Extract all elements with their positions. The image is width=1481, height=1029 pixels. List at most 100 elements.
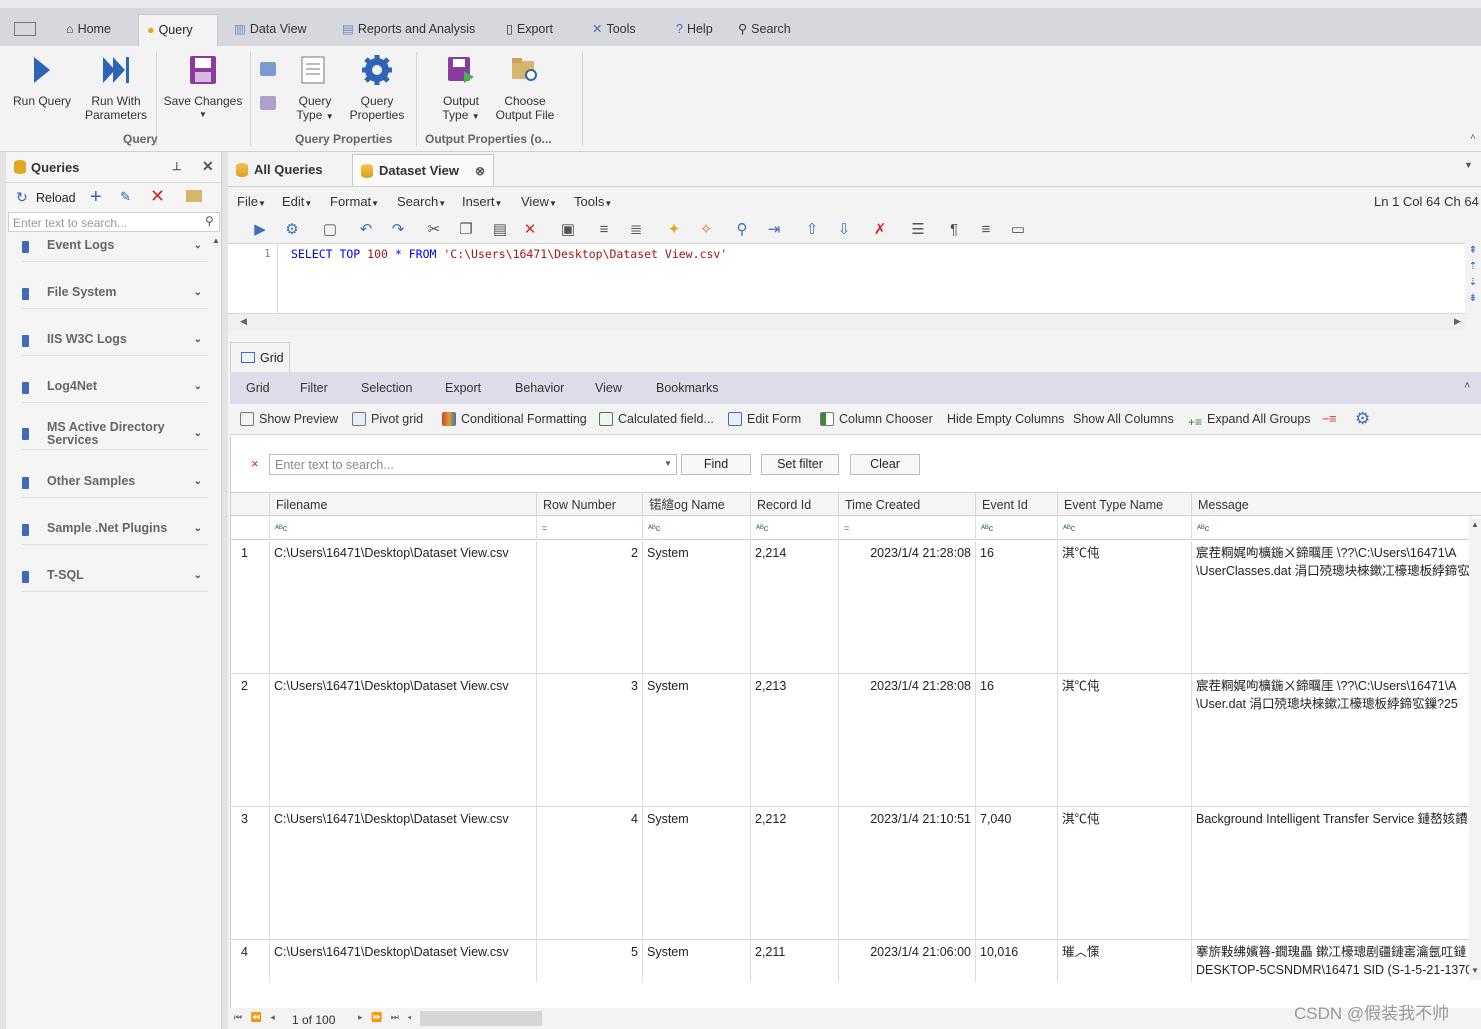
cell-row-number[interactable]: 4 — [537, 807, 643, 940]
run-with-parameters-button[interactable]: Run With Parameters — [80, 50, 152, 122]
undo-icon[interactable]: ↶ — [356, 220, 376, 240]
menu-insert[interactable]: Insert▼ — [462, 194, 502, 209]
cell-event-type[interactable]: 淇℃伅 — [1058, 674, 1192, 807]
collapse-ribbon-icon[interactable]: ˄ — [1470, 132, 1476, 143]
pin-icon[interactable]: ⊥ — [172, 160, 182, 173]
grid-settings-icon[interactable]: ⚙ — [1355, 409, 1370, 429]
app-menu-icon[interactable] — [14, 22, 36, 36]
filter-cell-event-id[interactable]: ᴬᴮc — [976, 516, 1058, 540]
cell-event-id[interactable]: 16 — [976, 541, 1058, 674]
tab-all-queries[interactable]: All Queries — [228, 154, 352, 186]
menu-format[interactable]: Format▼ — [330, 194, 379, 209]
column-header-log-name[interactable]: 锘縇og Name — [643, 493, 751, 517]
category-file-system[interactable]: File System ⌄ — [22, 285, 208, 309]
column-header-event-id[interactable]: Event Id — [976, 493, 1058, 517]
show-all-columns-button[interactable]: Show All Columns — [1073, 412, 1174, 426]
subtab-view[interactable]: View — [595, 381, 622, 395]
edit-form-button[interactable]: Edit Form — [728, 412, 801, 426]
filter-cell-filename[interactable]: ᴬᴮc — [270, 516, 537, 540]
scroll-right-icon[interactable]: ▶ — [1454, 316, 1461, 327]
cell-event-id[interactable]: 7,040 — [976, 807, 1058, 940]
edit-icon[interactable]: ✎ — [120, 189, 131, 205]
select-all-icon[interactable]: ▣ — [558, 220, 578, 240]
scroll-up-icon[interactable]: ▲ — [1471, 520, 1479, 529]
column-header-message[interactable]: Message — [1192, 493, 1481, 517]
cell-event-id[interactable]: 10,016 — [976, 940, 1058, 982]
tab-home[interactable]: ⌂ Home — [58, 14, 119, 46]
grid-search-input[interactable]: Enter text to search... ▼ — [269, 454, 677, 475]
pivot-grid-button[interactable]: Pivot grid — [352, 412, 423, 426]
category-t-sql[interactable]: T-SQL ⌄ — [22, 568, 208, 592]
previous-icon[interactable]: ⇧ — [802, 220, 822, 240]
subtab-bookmarks[interactable]: Bookmarks — [656, 381, 719, 395]
collapse-all-icon[interactable]: −≡ — [1322, 412, 1337, 426]
menu-search[interactable]: Search▼ — [397, 194, 446, 209]
cell-time-created[interactable]: 2023/1/4 21:28:08 — [839, 541, 976, 674]
delete-icon[interactable]: ✕ — [520, 220, 540, 240]
category-event-logs[interactable]: Event Logs ⌄ — [22, 238, 208, 262]
tab-data-view[interactable]: ▥ Data View — [226, 14, 315, 46]
grid-vscroll[interactable]: ▲ ▼ — [1469, 518, 1481, 980]
set-filter-button[interactable]: Set filter — [761, 454, 839, 475]
filter-cell-log-name[interactable]: ᴬᴮc — [643, 516, 751, 540]
cell-row-number[interactable]: 2 — [537, 541, 643, 674]
cell-filename[interactable]: C:\Users\16471\Desktop\Dataset View.csv — [270, 807, 537, 940]
cell-log-name[interactable]: System — [643, 940, 751, 982]
paste-icon[interactable]: ▤ — [490, 220, 510, 240]
cell-row-number[interactable]: 3 — [537, 674, 643, 807]
expand-all-groups-button[interactable]: +≡ Expand All Groups — [1188, 412, 1311, 429]
tabs-dropdown-icon[interactable]: ▼ — [1464, 160, 1473, 170]
tab-export[interactable]: ▯ Export — [498, 14, 561, 46]
category-ms-active-directory[interactable]: MS Active Directory Services ⌄ — [22, 420, 208, 450]
filter-cell-message[interactable]: ᴬᴮc — [1192, 516, 1471, 540]
cell-event-type[interactable]: 淇℃伅 — [1058, 541, 1192, 674]
filter-cell-event-type[interactable]: ᴬᴮc — [1058, 516, 1192, 540]
clear-markers-icon[interactable]: ✗ — [870, 220, 890, 240]
menu-view[interactable]: View▼ — [521, 194, 557, 209]
subtab-grid[interactable]: Grid — [246, 381, 270, 395]
table-row[interactable]: 1 C:\Users\16471\Desktop\Dataset View.cs… — [231, 541, 1471, 674]
delete-icon[interactable]: ✕ — [150, 186, 165, 207]
cell-message[interactable]: 宸茬粡娓呴櫎鍦ㄨ鍗曞厓 \??\C:\Users\16471\A \UserCla… — [1192, 541, 1471, 674]
category-sample-net-plugins[interactable]: Sample .Net Plugins ⌄ — [22, 521, 208, 545]
category-iis-w3c-logs[interactable]: IIS W3C Logs ⌄ — [22, 332, 208, 356]
column-chooser-button[interactable]: Column Chooser — [820, 412, 933, 426]
cell-time-created[interactable]: 2023/1/4 21:10:51 — [839, 807, 976, 940]
reload-button[interactable]: Reload — [36, 191, 76, 205]
close-icon[interactable]: ✕ — [202, 158, 214, 175]
tab-search[interactable]: ⚲ Search — [730, 14, 799, 46]
find-icon[interactable]: ⚲ — [732, 220, 752, 240]
cell-filename[interactable]: C:\Users\16471\Desktop\Dataset View.csv — [270, 541, 537, 674]
menu-tools[interactable]: Tools▼ — [574, 194, 612, 209]
cell-event-type[interactable]: 璀︿憡 — [1058, 940, 1192, 982]
filter-cell-row-number[interactable]: = — [537, 516, 643, 540]
conditional-formatting-button[interactable]: Conditional Formatting — [442, 412, 587, 426]
tab-tools[interactable]: ✕ Tools — [584, 14, 644, 46]
list-icon[interactable]: ☰ — [908, 220, 928, 240]
cell-record-id[interactable]: 2,213 — [751, 674, 839, 807]
sql-editor[interactable]: 1 SELECT TOP 100 * FROM 'C:\Users\16471\… — [228, 243, 1465, 314]
calculated-field-button[interactable]: Calculated field... — [599, 412, 714, 426]
scroll-left-icon[interactable]: ◀ — [240, 316, 247, 327]
editor-hscroll[interactable]: ◀ ▶ — [228, 313, 1465, 331]
run-icon[interactable]: ▶ — [250, 220, 270, 240]
cut-icon[interactable]: ✂ — [424, 220, 444, 240]
settings-icon[interactable]: ⚙ — [282, 220, 302, 240]
table-row[interactable]: 3 C:\Users\16471\Desktop\Dataset View.cs… — [231, 807, 1471, 940]
hscroll-thumb[interactable] — [420, 1011, 542, 1026]
run-query-button[interactable]: Run Query — [8, 50, 76, 108]
cell-message[interactable]: 搴旂敤绋嬪簭-鐗瑰畾 鏉冮檺璁剧疆鏈寚瀹氬叿鏈 DESKTOP-5CSNDMR\1… — [1192, 940, 1471, 982]
outdent-icon[interactable]: ≣ — [626, 220, 646, 240]
close-tab-icon[interactable]: ⊗ — [475, 155, 485, 187]
filter-cell-time-created[interactable]: = — [839, 516, 976, 540]
cell-record-id[interactable]: 2,211 — [751, 940, 839, 982]
column-header-time-created[interactable]: Time Created — [839, 493, 976, 517]
cell-time-created[interactable]: 2023/1/4 21:06:00 — [839, 940, 976, 982]
subtab-filter[interactable]: Filter — [300, 381, 328, 395]
cell-row-number[interactable]: 5 — [537, 940, 643, 982]
table-row[interactable]: 4 C:\Users\16471\Desktop\Dataset View.cs… — [231, 940, 1471, 982]
subtab-selection[interactable]: Selection — [361, 381, 412, 395]
scroll-down-icon[interactable]: ▼ — [1471, 966, 1479, 975]
cell-log-name[interactable]: System — [643, 807, 751, 940]
column-header-record-id[interactable]: Record Id — [751, 493, 839, 517]
